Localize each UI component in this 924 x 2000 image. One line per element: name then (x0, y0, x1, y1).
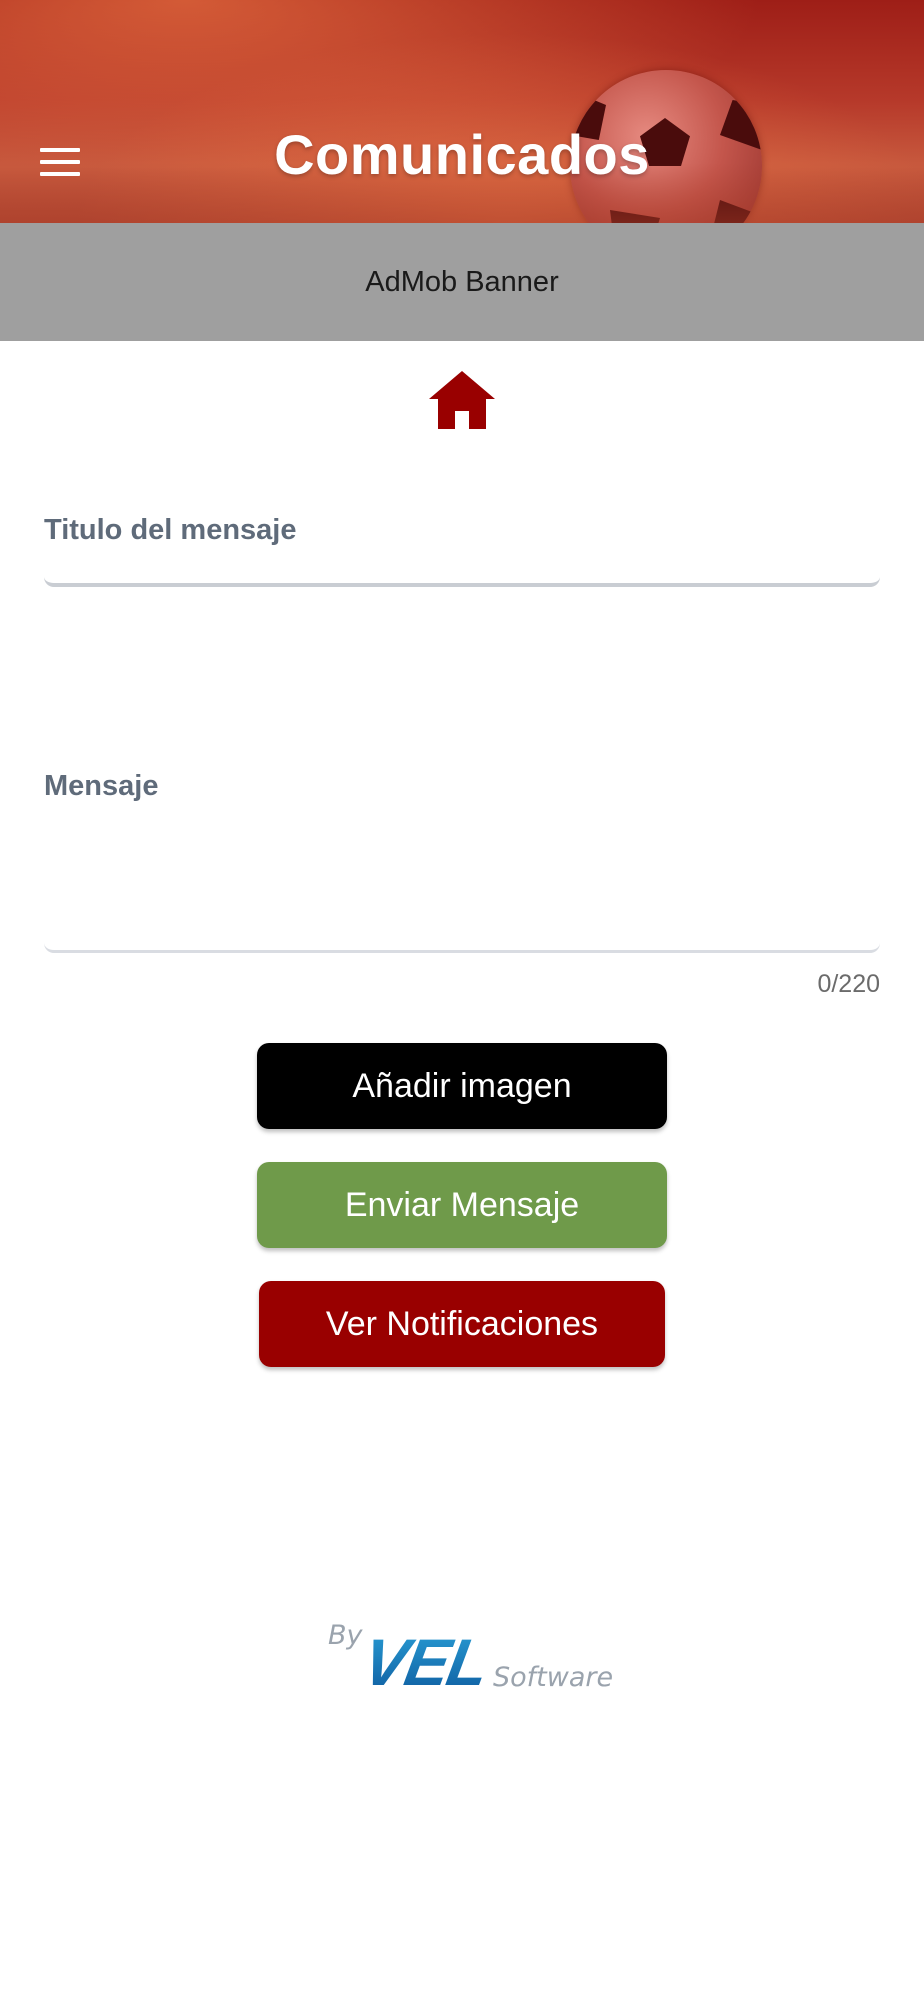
add-image-button[interactable]: Añadir imagen (257, 1043, 667, 1129)
message-textarea[interactable] (44, 940, 880, 953)
logo-software-text: Software (493, 1662, 614, 1693)
vel-software-logo: By VEL Software (328, 1620, 613, 1700)
send-message-button[interactable]: Enviar Mensaje (257, 1162, 667, 1248)
logo-by-text: By (328, 1620, 363, 1651)
message-field-label: Mensaje (44, 770, 159, 802)
title-input[interactable] (44, 573, 880, 587)
home-icon[interactable] (429, 371, 495, 429)
admob-banner-label: AdMob Banner (365, 265, 559, 298)
message-char-counter: 0/220 (817, 970, 880, 998)
title-field-label: Titulo del mensaje (44, 514, 297, 546)
logo-vel-text: VEL (357, 1625, 493, 1699)
app-header: Comunicados (0, 0, 924, 223)
page-title: Comunicados (274, 123, 650, 186)
view-notifications-button[interactable]: Ver Notificaciones (259, 1281, 665, 1367)
admob-banner[interactable]: AdMob Banner (0, 223, 924, 341)
